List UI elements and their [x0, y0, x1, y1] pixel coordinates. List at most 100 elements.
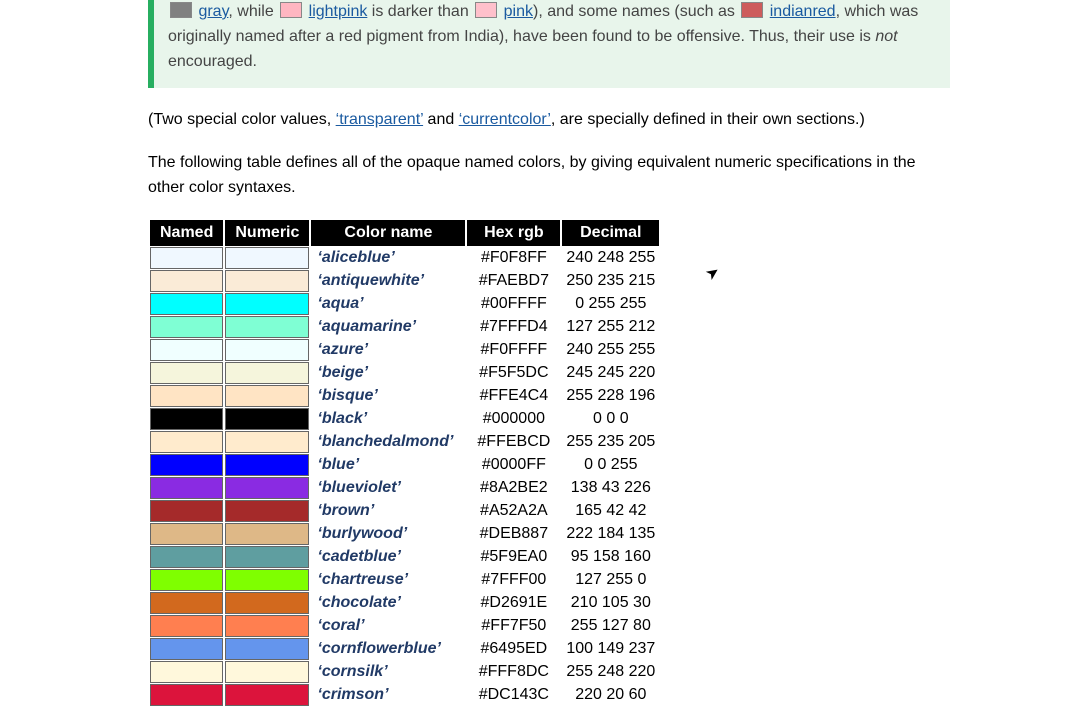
hex-cell: #5F9EA0: [467, 546, 560, 568]
numeric-swatch: [225, 523, 309, 545]
colorname-cell: ‘chartreuse’: [311, 569, 465, 591]
table-row: ‘brown’#A52A2A165 42 42: [150, 500, 659, 522]
decimal-cell: 255 127 80: [562, 615, 659, 637]
decimal-cell: 210 105 30: [562, 592, 659, 614]
colorname-cell: ‘aqua’: [311, 293, 465, 315]
table-row: ‘blue’#0000FF0 0 255: [150, 454, 659, 476]
named-swatch: [150, 661, 223, 683]
table-row: ‘cornflowerblue’#6495ED100 149 237: [150, 638, 659, 660]
colorname-cell: ‘cornflowerblue’: [311, 638, 465, 660]
mouse-cursor-icon: ➤: [701, 261, 723, 285]
decimal-cell: 240 255 255: [562, 339, 659, 361]
table-row: ‘antiquewhite’#FAEBD7250 235 215: [150, 270, 659, 292]
table-row: ‘burlywood’#DEB887222 184 135: [150, 523, 659, 545]
th-numeric: Numeric: [225, 220, 309, 246]
decimal-cell: 0 0 0: [562, 408, 659, 430]
colorname-cell: ‘azure’: [311, 339, 465, 361]
decimal-cell: 220 20 60: [562, 684, 659, 706]
numeric-swatch: [225, 270, 309, 292]
para-text: (Two special color values,: [148, 111, 336, 128]
decimal-cell: 138 43 226: [562, 477, 659, 499]
named-swatch: [150, 569, 223, 591]
pink-link[interactable]: pink: [504, 3, 533, 20]
table-row: ‘chartreuse’#7FFF00127 255 0: [150, 569, 659, 591]
decimal-cell: 0 0 255: [562, 454, 659, 476]
named-swatch: [150, 408, 223, 430]
named-swatch: [150, 638, 223, 660]
table-row: ‘crimson’#DC143C220 20 60: [150, 684, 659, 706]
decimal-cell: 255 235 205: [562, 431, 659, 453]
numeric-swatch: [225, 615, 309, 637]
hex-cell: #FF7F50: [467, 615, 560, 637]
decimal-cell: 100 149 237: [562, 638, 659, 660]
table-row: ‘cadetblue’#5F9EA095 158 160: [150, 546, 659, 568]
decimal-cell: 240 248 255: [562, 247, 659, 269]
table-row: ‘chocolate’#D2691E210 105 30: [150, 592, 659, 614]
colorname-cell: ‘black’: [311, 408, 465, 430]
gray-link[interactable]: gray: [198, 3, 228, 20]
hex-cell: #000000: [467, 408, 560, 430]
swatch-indianred: [741, 2, 763, 18]
table-row: ‘aqua’#00FFFF0 255 255: [150, 293, 659, 315]
colorname-cell: ‘blanchedalmond’: [311, 431, 465, 453]
table-row: ‘blueviolet’#8A2BE2138 43 226: [150, 477, 659, 499]
colorname-cell: ‘beige’: [311, 362, 465, 384]
named-swatch: [150, 523, 223, 545]
table-row: ‘bisque’#FFE4C4255 228 196: [150, 385, 659, 407]
named-swatch: [150, 684, 223, 706]
colorname-cell: ‘coral’: [311, 615, 465, 637]
colorname-cell: ‘chocolate’: [311, 592, 465, 614]
hex-cell: #00FFFF: [467, 293, 560, 315]
decimal-cell: 127 255 0: [562, 569, 659, 591]
named-swatch: [150, 615, 223, 637]
numeric-swatch: [225, 247, 309, 269]
numeric-swatch: [225, 569, 309, 591]
numeric-swatch: [225, 661, 309, 683]
indianred-link[interactable]: indianred: [770, 3, 836, 20]
named-swatch: [150, 247, 223, 269]
named-swatch: [150, 385, 223, 407]
named-swatch: [150, 339, 223, 361]
decimal-cell: 255 248 220: [562, 661, 659, 683]
note-text: is darker than: [367, 3, 473, 20]
special-values-para: (Two special color values, ‘transparent’…: [148, 108, 950, 133]
numeric-swatch: [225, 293, 309, 315]
hex-cell: #0000FF: [467, 454, 560, 476]
decimal-cell: 95 158 160: [562, 546, 659, 568]
colorname-cell: ‘burlywood’: [311, 523, 465, 545]
swatch-lightpink: [280, 2, 302, 18]
hex-cell: #DEB887: [467, 523, 560, 545]
numeric-swatch: [225, 500, 309, 522]
colorname-cell: ‘brown’: [311, 500, 465, 522]
colorname-cell: ‘blue’: [311, 454, 465, 476]
numeric-swatch: [225, 592, 309, 614]
hex-cell: #F0F8FF: [467, 247, 560, 269]
lightpink-link[interactable]: lightpink: [309, 3, 368, 20]
named-swatch: [150, 431, 223, 453]
swatch-pink: [475, 2, 497, 18]
th-named: Named: [150, 220, 223, 246]
example-note: gray, while lightpink is darker than pin…: [148, 0, 950, 88]
table-row: ‘coral’#FF7F50255 127 80: [150, 615, 659, 637]
numeric-swatch: [225, 546, 309, 568]
hex-cell: #FFF8DC: [467, 661, 560, 683]
hex-cell: #F0FFFF: [467, 339, 560, 361]
hex-cell: #7FFFD4: [467, 316, 560, 338]
named-swatch: [150, 592, 223, 614]
transparent-link[interactable]: ‘transparent’: [336, 111, 423, 128]
named-swatch: [150, 500, 223, 522]
table-row: ‘aquamarine’#7FFFD4127 255 212: [150, 316, 659, 338]
table-row: ‘black’#0000000 0 0: [150, 408, 659, 430]
decimal-cell: 222 184 135: [562, 523, 659, 545]
numeric-swatch: [225, 477, 309, 499]
table-row: ‘aliceblue’#F0F8FF240 248 255: [150, 247, 659, 269]
not-word: not: [875, 28, 897, 45]
hex-cell: #D2691E: [467, 592, 560, 614]
numeric-swatch: [225, 339, 309, 361]
hex-cell: #7FFF00: [467, 569, 560, 591]
note-text: encouraged.: [168, 53, 257, 70]
note-text: , while: [228, 3, 278, 20]
currentcolor-link[interactable]: ‘currentcolor’: [459, 111, 551, 128]
colorname-cell: ‘cornsilk’: [311, 661, 465, 683]
numeric-swatch: [225, 385, 309, 407]
